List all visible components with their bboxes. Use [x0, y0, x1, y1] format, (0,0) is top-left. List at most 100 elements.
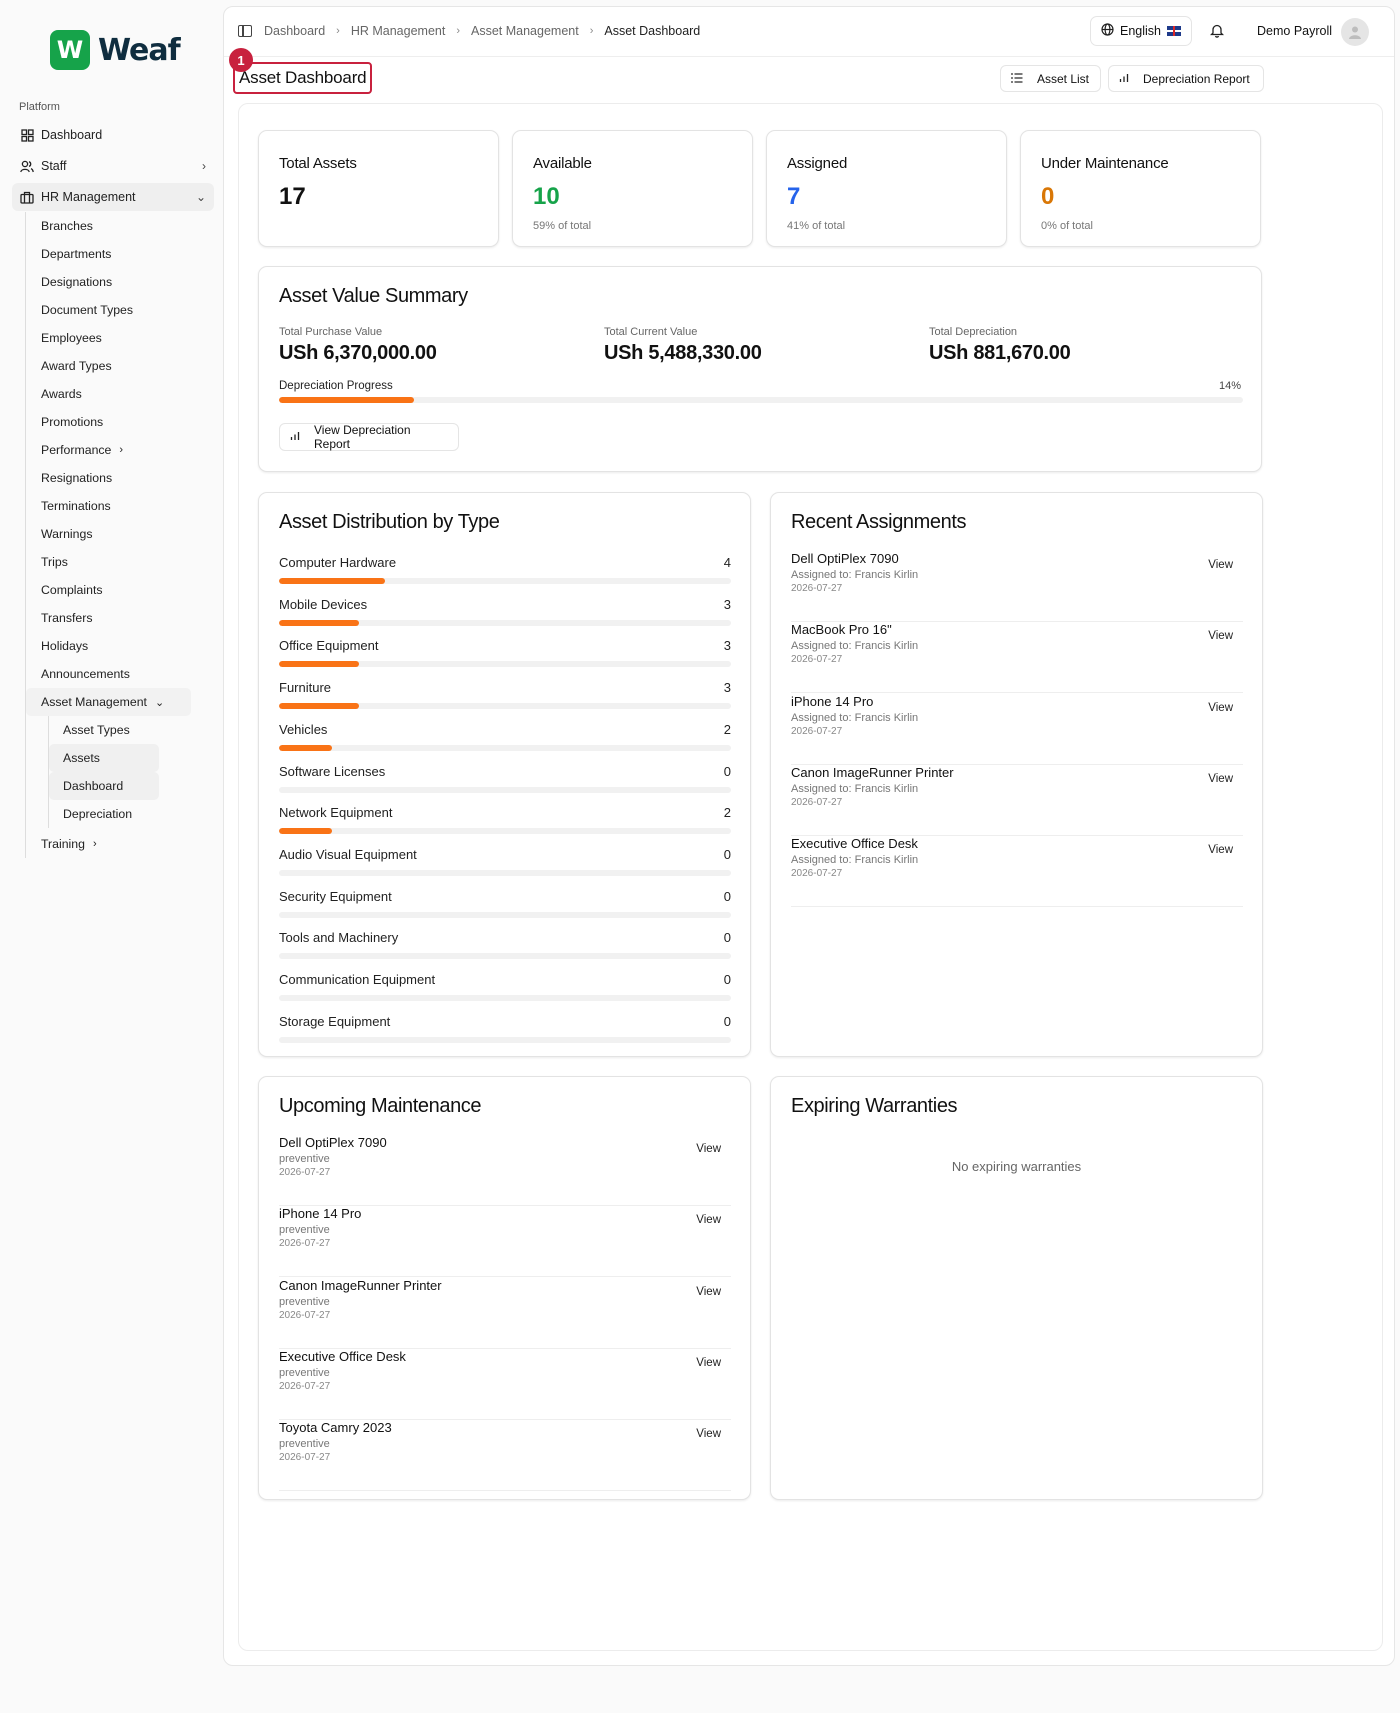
distribution-type-label: Communication Equipment — [279, 972, 436, 987]
item-date: 2026-07-27 — [279, 1309, 331, 1321]
sidebar-item-departments[interactable]: Departments — [26, 240, 215, 268]
user-name[interactable]: Demo Payroll — [1257, 24, 1332, 38]
asset-list-button[interactable]: Asset List — [1000, 65, 1101, 92]
card-title: Upcoming Maintenance — [279, 1095, 482, 1117]
briefcase-icon — [20, 190, 34, 204]
sidebar-item-dashboard[interactable]: Dashboard — [12, 121, 214, 149]
sidebar-item-hr-management[interactable]: HR Management ⌄ — [12, 183, 214, 211]
sidebar-item-asset-depreciation[interactable]: Depreciation — [49, 800, 215, 828]
sidebar-item-awards[interactable]: Awards — [26, 380, 215, 408]
avatar[interactable] — [1341, 18, 1369, 46]
view-link[interactable]: View — [1208, 702, 1233, 714]
sidebar-item-document-types[interactable]: Document Types — [26, 296, 215, 324]
view-link[interactable]: View — [696, 1214, 721, 1226]
sidebar-item-warnings[interactable]: Warnings — [26, 520, 215, 548]
sidebar-item-asset-management[interactable]: Asset Management ⌄ — [26, 688, 191, 716]
item-subtext: preventive — [279, 1438, 330, 1451]
distribution-bar — [279, 953, 731, 960]
view-link[interactable]: View — [696, 1286, 721, 1298]
sidebar-item-resignations[interactable]: Resignations — [26, 464, 215, 492]
item-date: 2026-07-27 — [791, 654, 843, 666]
sidebar-item-training[interactable]: Training › — [26, 830, 215, 858]
view-link[interactable]: View — [1208, 844, 1233, 856]
sidebar-item-staff[interactable]: Staff › — [12, 152, 214, 180]
sidebar-item-asset-asset-types[interactable]: Asset Types — [49, 716, 215, 744]
distribution-row: Computer Hardware 4 — [279, 555, 731, 584]
sidebar-item-label: Document Types — [41, 303, 134, 317]
distribution-row: Vehicles 2 — [279, 722, 731, 751]
sidebar-item-asset-assets[interactable]: Assets — [49, 744, 159, 772]
chevron-right-icon: › — [92, 838, 97, 850]
sidebar-item-transfers[interactable]: Transfers — [26, 604, 215, 632]
distribution-row: Mobile Devices 3 — [279, 597, 731, 626]
logo[interactable]: W Weaf — [50, 30, 181, 70]
logo-icon: W — [50, 30, 90, 70]
maintenance-item: Dell OptiPlex 7090 preventive 2026-07-27 Vi… — [279, 1135, 731, 1206]
sidebar-toggle-icon[interactable] — [238, 25, 252, 37]
asset-value-summary-card: Asset Value Summary Total Purchase Value… — [258, 266, 1262, 472]
maintenance-item: Canon ImageRunner Printer preventive 2026-… — [279, 1278, 731, 1349]
sidebar-item-label: Trips — [41, 555, 68, 569]
asset-list-label: Asset List — [1037, 71, 1090, 86]
sidebar-item-label: Employees — [41, 331, 102, 345]
view-link[interactable]: View — [696, 1428, 721, 1440]
sidebar-item-designations[interactable]: Designations — [26, 268, 215, 296]
view-link[interactable]: View — [696, 1357, 721, 1369]
depreciation-report-button[interactable]: Depreciation Report — [1108, 65, 1264, 92]
bell-icon[interactable] — [1209, 23, 1225, 42]
view-depreciation-report-button[interactable]: View Depreciation Report — [279, 423, 459, 451]
sidebar-item-asset-dashboard[interactable]: Dashboard — [49, 772, 159, 800]
sidebar-item-label: Asset Management — [41, 695, 147, 709]
stat-subtext: 0% of total — [1041, 220, 1093, 232]
card-title: Expiring Warranties — [791, 1095, 958, 1117]
sidebar-item-terminations[interactable]: Terminations — [26, 492, 215, 520]
item-name: Toyota Camry 2023 — [279, 1420, 392, 1436]
sidebar-item-holidays[interactable]: Holidays — [26, 632, 215, 660]
item-name: Canon ImageRunner Printer — [791, 764, 954, 780]
purchase-value-block: Total Purchase Value USh 6,370,000.00 — [279, 326, 437, 365]
distribution-bar-fill — [279, 661, 359, 668]
sidebar-item-label: HR Management — [41, 190, 136, 204]
sidebar-item-promotions[interactable]: Promotions — [26, 408, 215, 436]
card-title: Asset Distribution by Type — [279, 511, 500, 533]
view-link[interactable]: View — [1208, 773, 1233, 785]
distribution-row: Tools and Machinery 0 — [279, 930, 731, 960]
distribution-count: 0 — [723, 1013, 731, 1029]
item-name: Executive Office Desk — [279, 1348, 406, 1364]
sidebar-item-label: Training — [41, 837, 85, 851]
breadcrumb-item[interactable]: HR Management — [351, 24, 446, 38]
view-link[interactable]: View — [696, 1143, 721, 1155]
distribution-count: 4 — [723, 555, 731, 570]
item-name: iPhone 14 Pro — [791, 693, 874, 709]
distribution-count: 2 — [723, 805, 731, 821]
sidebar-item-branches[interactable]: Branches — [26, 212, 215, 240]
distribution-bar — [279, 744, 731, 751]
sidebar-item-announcements[interactable]: Announcements — [26, 660, 215, 688]
distribution-bar — [279, 1036, 731, 1043]
language-select[interactable]: English — [1090, 16, 1192, 46]
sidebar-item-trips[interactable]: Trips — [26, 548, 215, 576]
chevron-right-icon: › — [456, 25, 460, 37]
language-label: English — [1120, 24, 1161, 38]
sidebar-item-award-types[interactable]: Award Types — [26, 352, 215, 380]
sidebar-item-label: Designations — [41, 275, 113, 289]
view-link[interactable]: View — [1208, 630, 1233, 642]
breadcrumb-item[interactable]: Asset Management — [471, 24, 579, 38]
view-link[interactable]: View — [1208, 559, 1233, 571]
depreciation-value-block: Total Depreciation USh 881,670.00 — [929, 326, 1071, 365]
distribution-row: Storage Equipment 0 — [279, 1014, 731, 1043]
stat-subtext: 41% of total — [787, 220, 846, 232]
sidebar-item-employees[interactable]: Employees — [26, 324, 215, 352]
distribution-bar-fill — [279, 578, 386, 584]
distribution-bar — [279, 703, 731, 710]
distribution-row: Communication Equipment 0 — [279, 972, 731, 1001]
stat-card-under-maintenance: Under Maintenance 0 0% of total — [1020, 130, 1261, 247]
sidebar-item-label: Warnings — [41, 527, 93, 541]
sidebar-item-complaints[interactable]: Complaints — [26, 576, 215, 604]
breadcrumb-item[interactable]: Dashboard — [264, 24, 325, 38]
chevron-right-icon: › — [202, 159, 206, 173]
sidebar-item-performance[interactable]: Performance › — [26, 436, 215, 464]
maintenance-item: iPhone 14 Pro preventive 2026-07-27 View — [279, 1206, 731, 1278]
page-title: Asset Dashboard — [239, 68, 367, 87]
item-name: MacBook Pro 16" — [791, 622, 892, 638]
